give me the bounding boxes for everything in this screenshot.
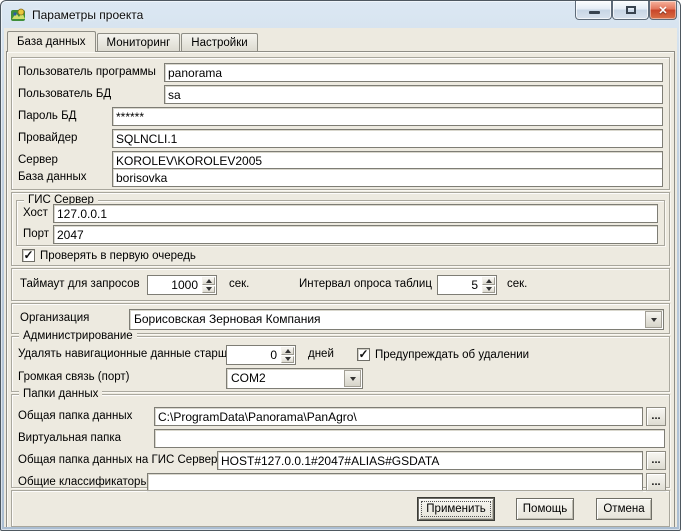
administration-group: Администрирование Удалять навигационные … bbox=[11, 336, 670, 392]
organization-combobox[interactable]: Борисовская Зерновая Компания bbox=[129, 309, 664, 330]
warn-delete-checkbox-label: Предупреждать об удалении bbox=[375, 349, 529, 361]
gis-server-group: ГИС Сервер Хост Порт bbox=[16, 200, 665, 246]
poll-interval-label: Интервал опроса таблиц bbox=[299, 275, 432, 294]
delete-nav-data-label: Удалять навигационные данные старше bbox=[18, 345, 233, 364]
poll-interval-spinner[interactable] bbox=[437, 275, 497, 295]
spin-down-icon bbox=[285, 357, 291, 361]
tab-database[interactable]: База данных bbox=[7, 31, 96, 52]
query-timeout-label: Таймаут для запросов bbox=[20, 275, 140, 294]
checkmark-icon: ✓ bbox=[23, 250, 33, 261]
db-user-input[interactable] bbox=[164, 85, 663, 104]
apply-button[interactable]: Применить bbox=[418, 498, 494, 520]
spin-up-button[interactable] bbox=[202, 277, 215, 285]
tab-monitoring[interactable]: Мониторинг bbox=[97, 33, 181, 51]
port-input[interactable] bbox=[53, 225, 658, 244]
query-timeout-spin-buttons bbox=[201, 276, 216, 294]
spin-down-icon bbox=[486, 287, 492, 291]
poll-interval-spin-buttons bbox=[481, 276, 496, 294]
shared-data-folder-browse-button[interactable]: ... bbox=[646, 407, 666, 426]
db-password-input[interactable] bbox=[112, 107, 663, 126]
organization-value: Борисовская Зерновая Компания bbox=[134, 310, 643, 329]
check-first-checkbox-label: Проверять в первую очередь bbox=[40, 250, 196, 262]
checkmark-icon: ✓ bbox=[358, 349, 368, 360]
warn-delete-checkbox[interactable]: ✓ Предупреждать об удалении bbox=[357, 345, 529, 364]
program-user-label: Пользователь программы bbox=[18, 63, 156, 82]
administration-group-caption: Администрирование bbox=[19, 330, 137, 343]
delete-days-unit: дней bbox=[308, 345, 334, 364]
close-icon: ✕ bbox=[650, 1, 676, 19]
delete-days-input[interactable] bbox=[227, 346, 280, 364]
intercom-port-dropdown-button[interactable] bbox=[344, 370, 361, 387]
spin-up-icon bbox=[206, 279, 212, 283]
query-timeout-spinner[interactable] bbox=[147, 275, 217, 295]
db-user-label: Пользователь БД bbox=[18, 85, 111, 104]
check-first-checkbox-box[interactable]: ✓ bbox=[22, 249, 35, 262]
poll-interval-input[interactable] bbox=[438, 276, 481, 294]
data-folders-group-caption: Папки данных bbox=[19, 388, 102, 401]
footer-panel: Применить Помощь Отмена bbox=[11, 490, 670, 527]
minimize-icon bbox=[589, 11, 600, 14]
tab-page-database: Пользователь программы Пользователь БД П… bbox=[6, 51, 675, 527]
maximize-icon bbox=[626, 6, 636, 14]
gis-shared-folder-input[interactable] bbox=[217, 451, 643, 470]
shared-data-folder-input[interactable] bbox=[154, 407, 643, 426]
organization-dropdown-button[interactable] bbox=[645, 311, 662, 328]
intercom-port-combobox[interactable]: COM2 bbox=[226, 368, 363, 389]
delete-days-spin-buttons bbox=[280, 346, 295, 364]
check-first-checkbox[interactable]: ✓ Проверять в первую очередь bbox=[22, 246, 196, 265]
intercom-port-label: Громкая связь (порт) bbox=[18, 368, 130, 387]
tab-strip: База данных Мониторинг Настройки bbox=[4, 28, 677, 51]
provider-input[interactable] bbox=[112, 129, 663, 148]
virtual-folder-input[interactable] bbox=[154, 429, 665, 448]
database-label: База данных bbox=[18, 168, 87, 187]
spin-up-icon bbox=[486, 279, 492, 283]
organization-label: Организация bbox=[20, 309, 89, 328]
help-button[interactable]: Помощь bbox=[516, 498, 574, 520]
dialog-window: Параметры проекта ✕ База данных Монитори… bbox=[0, 0, 681, 531]
spin-down-button[interactable] bbox=[202, 286, 215, 294]
dropdown-arrow-icon bbox=[651, 318, 657, 322]
spin-up-button[interactable] bbox=[281, 347, 294, 355]
gis-shared-folder-label: Общая папка данных на ГИС Сервере bbox=[18, 451, 224, 470]
host-label: Хост bbox=[23, 204, 48, 223]
db-connection-panel: Пользователь программы Пользователь БД П… bbox=[11, 57, 670, 190]
minimize-button[interactable] bbox=[575, 1, 612, 20]
host-input[interactable] bbox=[53, 204, 658, 223]
database-input[interactable] bbox=[112, 168, 663, 187]
cancel-button[interactable]: Отмена bbox=[596, 498, 652, 520]
query-timeout-unit: сек. bbox=[229, 275, 249, 294]
tab-settings[interactable]: Настройки bbox=[181, 33, 257, 51]
spin-down-button[interactable] bbox=[281, 356, 294, 364]
program-user-input[interactable] bbox=[164, 63, 663, 82]
spin-down-button[interactable] bbox=[482, 286, 495, 294]
title-bar[interactable]: Параметры проекта ✕ bbox=[1, 1, 680, 28]
delete-days-spinner[interactable] bbox=[226, 345, 296, 365]
data-folders-group: Папки данных Общая папка данных ... Вирт… bbox=[11, 394, 670, 488]
provider-label: Провайдер bbox=[18, 129, 77, 148]
intercom-port-value: COM2 bbox=[231, 369, 342, 388]
maximize-button[interactable] bbox=[612, 1, 649, 20]
spin-up-icon bbox=[285, 349, 291, 353]
close-button[interactable]: ✕ bbox=[649, 1, 677, 20]
gis-server-panel: ГИС Сервер Хост Порт ✓ Проверять в перву… bbox=[11, 192, 670, 266]
query-timeout-input[interactable] bbox=[148, 276, 201, 294]
screenshot-stage: Параметры проекта ✕ База данных Монитори… bbox=[0, 0, 681, 531]
virtual-folder-label: Виртуальная папка bbox=[18, 429, 121, 448]
port-label: Порт bbox=[23, 225, 49, 244]
poll-interval-unit: сек. bbox=[507, 275, 527, 294]
timeouts-panel: Таймаут для запросов сек. Интервал опрос… bbox=[11, 268, 670, 301]
window-title: Параметры проекта bbox=[32, 8, 143, 22]
shared-data-folder-label: Общая папка данных bbox=[18, 407, 132, 426]
app-icon bbox=[10, 7, 27, 23]
spin-down-icon bbox=[206, 287, 212, 291]
dialog-body: База данных Мониторинг Настройки Пользов… bbox=[4, 28, 677, 527]
caption-buttons: ✕ bbox=[575, 1, 677, 20]
warn-delete-checkbox-box[interactable]: ✓ bbox=[357, 348, 370, 361]
gis-shared-folder-browse-button[interactable]: ... bbox=[646, 451, 666, 470]
db-password-label: Пароль БД bbox=[18, 107, 76, 126]
spin-up-button[interactable] bbox=[482, 277, 495, 285]
dropdown-arrow-icon bbox=[350, 377, 356, 381]
